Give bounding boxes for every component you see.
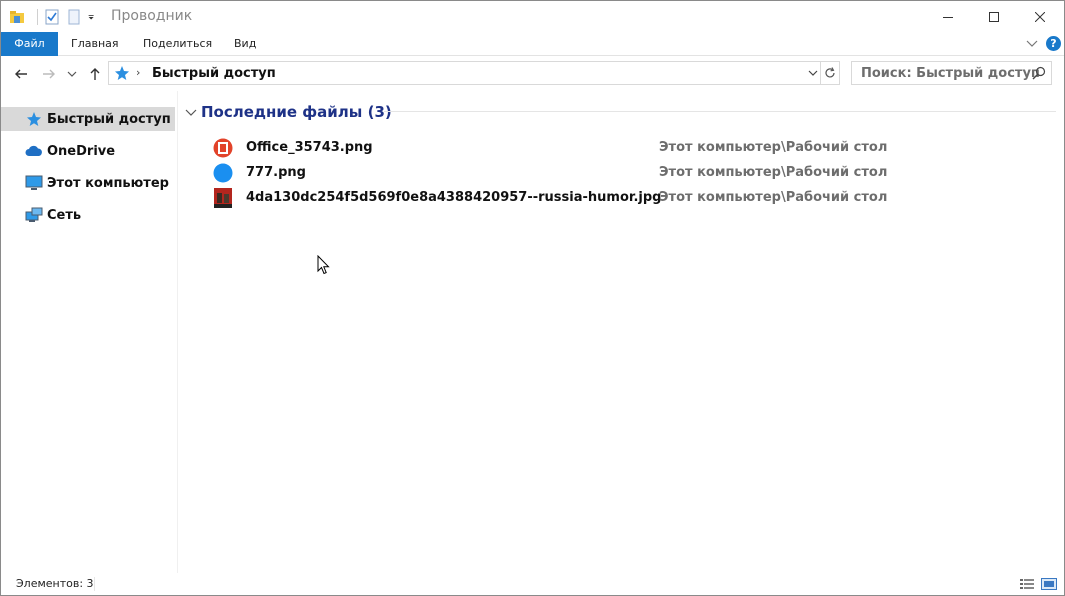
sidebar-item-label: OneDrive xyxy=(47,143,116,159)
help-icon[interactable]: ? xyxy=(1046,36,1061,51)
navigation-bar: › Быстрый доступ Поиск: Быстрый доступ xyxy=(1,57,1064,91)
item-count: Элементов: 3 xyxy=(16,577,94,590)
search-placeholder: Поиск: Быстрый доступ xyxy=(861,66,1040,81)
chevron-down-icon xyxy=(67,71,77,77)
cloud-icon xyxy=(25,143,43,159)
address-bar[interactable]: › Быстрый доступ xyxy=(108,61,821,85)
forward-button[interactable] xyxy=(39,64,59,84)
list-item[interactable]: 4da130dc254f5d569f0e8a4388420957--russia… xyxy=(213,186,913,211)
status-bar: Элементов: 3 xyxy=(1,573,1064,595)
computer-icon xyxy=(25,175,43,191)
sidebar-item-onedrive[interactable]: OneDrive xyxy=(1,139,175,163)
group-divider xyxy=(384,111,1056,112)
refresh-icon xyxy=(825,67,835,78)
close-icon xyxy=(1035,11,1045,22)
mouse-cursor-icon xyxy=(317,255,330,275)
back-button[interactable] xyxy=(11,64,31,84)
folder-icon[interactable] xyxy=(9,9,25,25)
new-folder-icon[interactable] xyxy=(66,9,82,25)
arrow-left-icon xyxy=(15,69,27,79)
file-list: Последние файлы (3) Office_35743.png Это… xyxy=(179,91,1064,573)
group-title: Последние файлы (3) xyxy=(201,103,392,121)
close-button[interactable] xyxy=(1017,1,1063,32)
sidebar-item-label: Сеть xyxy=(47,207,82,223)
file-location: Этот компьютер\Рабочий стол xyxy=(659,190,888,205)
tab-view[interactable]: Вид xyxy=(222,32,268,56)
minimize-icon xyxy=(943,16,953,18)
file-location: Этот компьютер\Рабочий стол xyxy=(659,140,888,155)
title-bar: Проводник xyxy=(1,1,1064,32)
breadcrumb[interactable]: Быстрый доступ xyxy=(152,66,276,81)
up-button[interactable] xyxy=(85,64,105,84)
office-icon xyxy=(213,138,233,158)
file-name: Office_35743.png xyxy=(246,140,373,155)
file-location: Этот компьютер\Рабочий стол xyxy=(659,165,888,180)
tab-file[interactable]: Файл xyxy=(1,32,58,56)
refresh-button[interactable] xyxy=(821,61,840,85)
navigation-pane: Быстрый доступ OneDrive Этот компьютер С… xyxy=(1,91,178,573)
status-separator xyxy=(94,577,95,591)
image-thumbnail-icon xyxy=(214,188,232,208)
tab-home[interactable]: Главная xyxy=(59,32,131,56)
recent-locations-button[interactable] xyxy=(65,64,79,84)
properties-icon[interactable] xyxy=(44,9,60,25)
star-icon xyxy=(115,66,129,80)
window-title: Проводник xyxy=(111,8,193,24)
qat-separator xyxy=(37,9,38,25)
chevron-down-icon[interactable] xyxy=(1025,36,1039,50)
quick-access-toolbar xyxy=(9,7,104,27)
ribbon-tabs: Файл Главная Поделиться Вид ? xyxy=(1,32,1064,56)
file-name: 777.png xyxy=(246,165,306,180)
star-icon xyxy=(25,111,43,127)
sidebar-item-this-pc[interactable]: Этот компьютер xyxy=(1,171,175,195)
customize-qat-icon[interactable] xyxy=(88,9,98,25)
sidebar-item-quick-access[interactable]: Быстрый доступ xyxy=(1,107,175,131)
arrow-up-icon xyxy=(90,68,100,80)
file-name: 4da130dc254f5d569f0e8a4388420957--russia… xyxy=(246,190,662,205)
chevron-down-icon[interactable] xyxy=(807,67,819,79)
list-item[interactable]: Office_35743.png Этот компьютер\Рабочий … xyxy=(213,136,913,161)
sidebar-item-network[interactable]: Сеть xyxy=(1,203,175,227)
chevron-down-icon[interactable] xyxy=(185,106,197,118)
network-icon xyxy=(25,207,43,223)
search-input[interactable]: Поиск: Быстрый доступ xyxy=(851,61,1052,85)
sidebar-item-label: Быстрый доступ xyxy=(47,111,171,127)
group-header[interactable]: Последние файлы (3) xyxy=(185,101,392,123)
explorer-window: Проводник Файл Главная Поделиться Вид ? xyxy=(0,0,1065,596)
details-view-icon[interactable] xyxy=(1019,576,1035,592)
breadcrumb-separator[interactable]: › xyxy=(136,66,140,79)
maximize-icon xyxy=(989,11,999,22)
maximize-button[interactable] xyxy=(971,1,1017,32)
minimize-button[interactable] xyxy=(925,1,971,32)
list-item[interactable]: 777.png Этот компьютер\Рабочий стол xyxy=(213,161,913,186)
tab-share[interactable]: Поделиться xyxy=(131,32,224,56)
blue-circle-icon xyxy=(213,163,233,183)
large-icons-view-icon[interactable] xyxy=(1041,576,1057,592)
sidebar-item-label: Этот компьютер xyxy=(47,175,169,191)
arrow-right-icon xyxy=(43,69,55,79)
search-icon[interactable] xyxy=(1032,66,1046,80)
